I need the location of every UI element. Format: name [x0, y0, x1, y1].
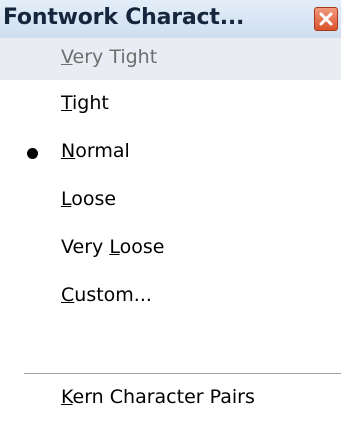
menu-item-very-loose[interactable]: Very Loose — [0, 228, 341, 270]
close-icon — [319, 12, 333, 26]
menu-item-kern-character-pairs[interactable]: Kern Character Pairs — [0, 378, 341, 420]
menu-item-custom[interactable]: Custom... — [0, 276, 341, 318]
title-bar[interactable]: Fontwork Charact... — [0, 0, 341, 39]
menu-item-label: Very Tight — [61, 46, 158, 68]
menu-item-loose[interactable]: Loose — [0, 180, 341, 222]
menu-item-label: Normal — [61, 140, 130, 162]
menu-item-label: Kern Character Pairs — [61, 386, 255, 408]
window-title: Fontwork Charact... — [3, 5, 245, 30]
menu-item-label: Very Loose — [61, 236, 165, 258]
menu-item-label: Custom... — [61, 284, 152, 306]
menu-item-tight[interactable]: Tight — [0, 84, 341, 126]
menu-item-label: Tight — [61, 92, 109, 114]
menu-item-label: Loose — [61, 188, 117, 210]
close-button[interactable] — [314, 7, 338, 31]
menu-separator — [24, 373, 341, 375]
menu-item-very-tight[interactable]: Very Tight — [0, 38, 341, 80]
menu-item-normal[interactable]: Normal — [0, 132, 341, 174]
fontwork-character-spacing-toolbar: Fontwork Charact... Very Tight Tight Nor… — [0, 0, 341, 421]
checked-bullet-icon — [27, 148, 38, 159]
